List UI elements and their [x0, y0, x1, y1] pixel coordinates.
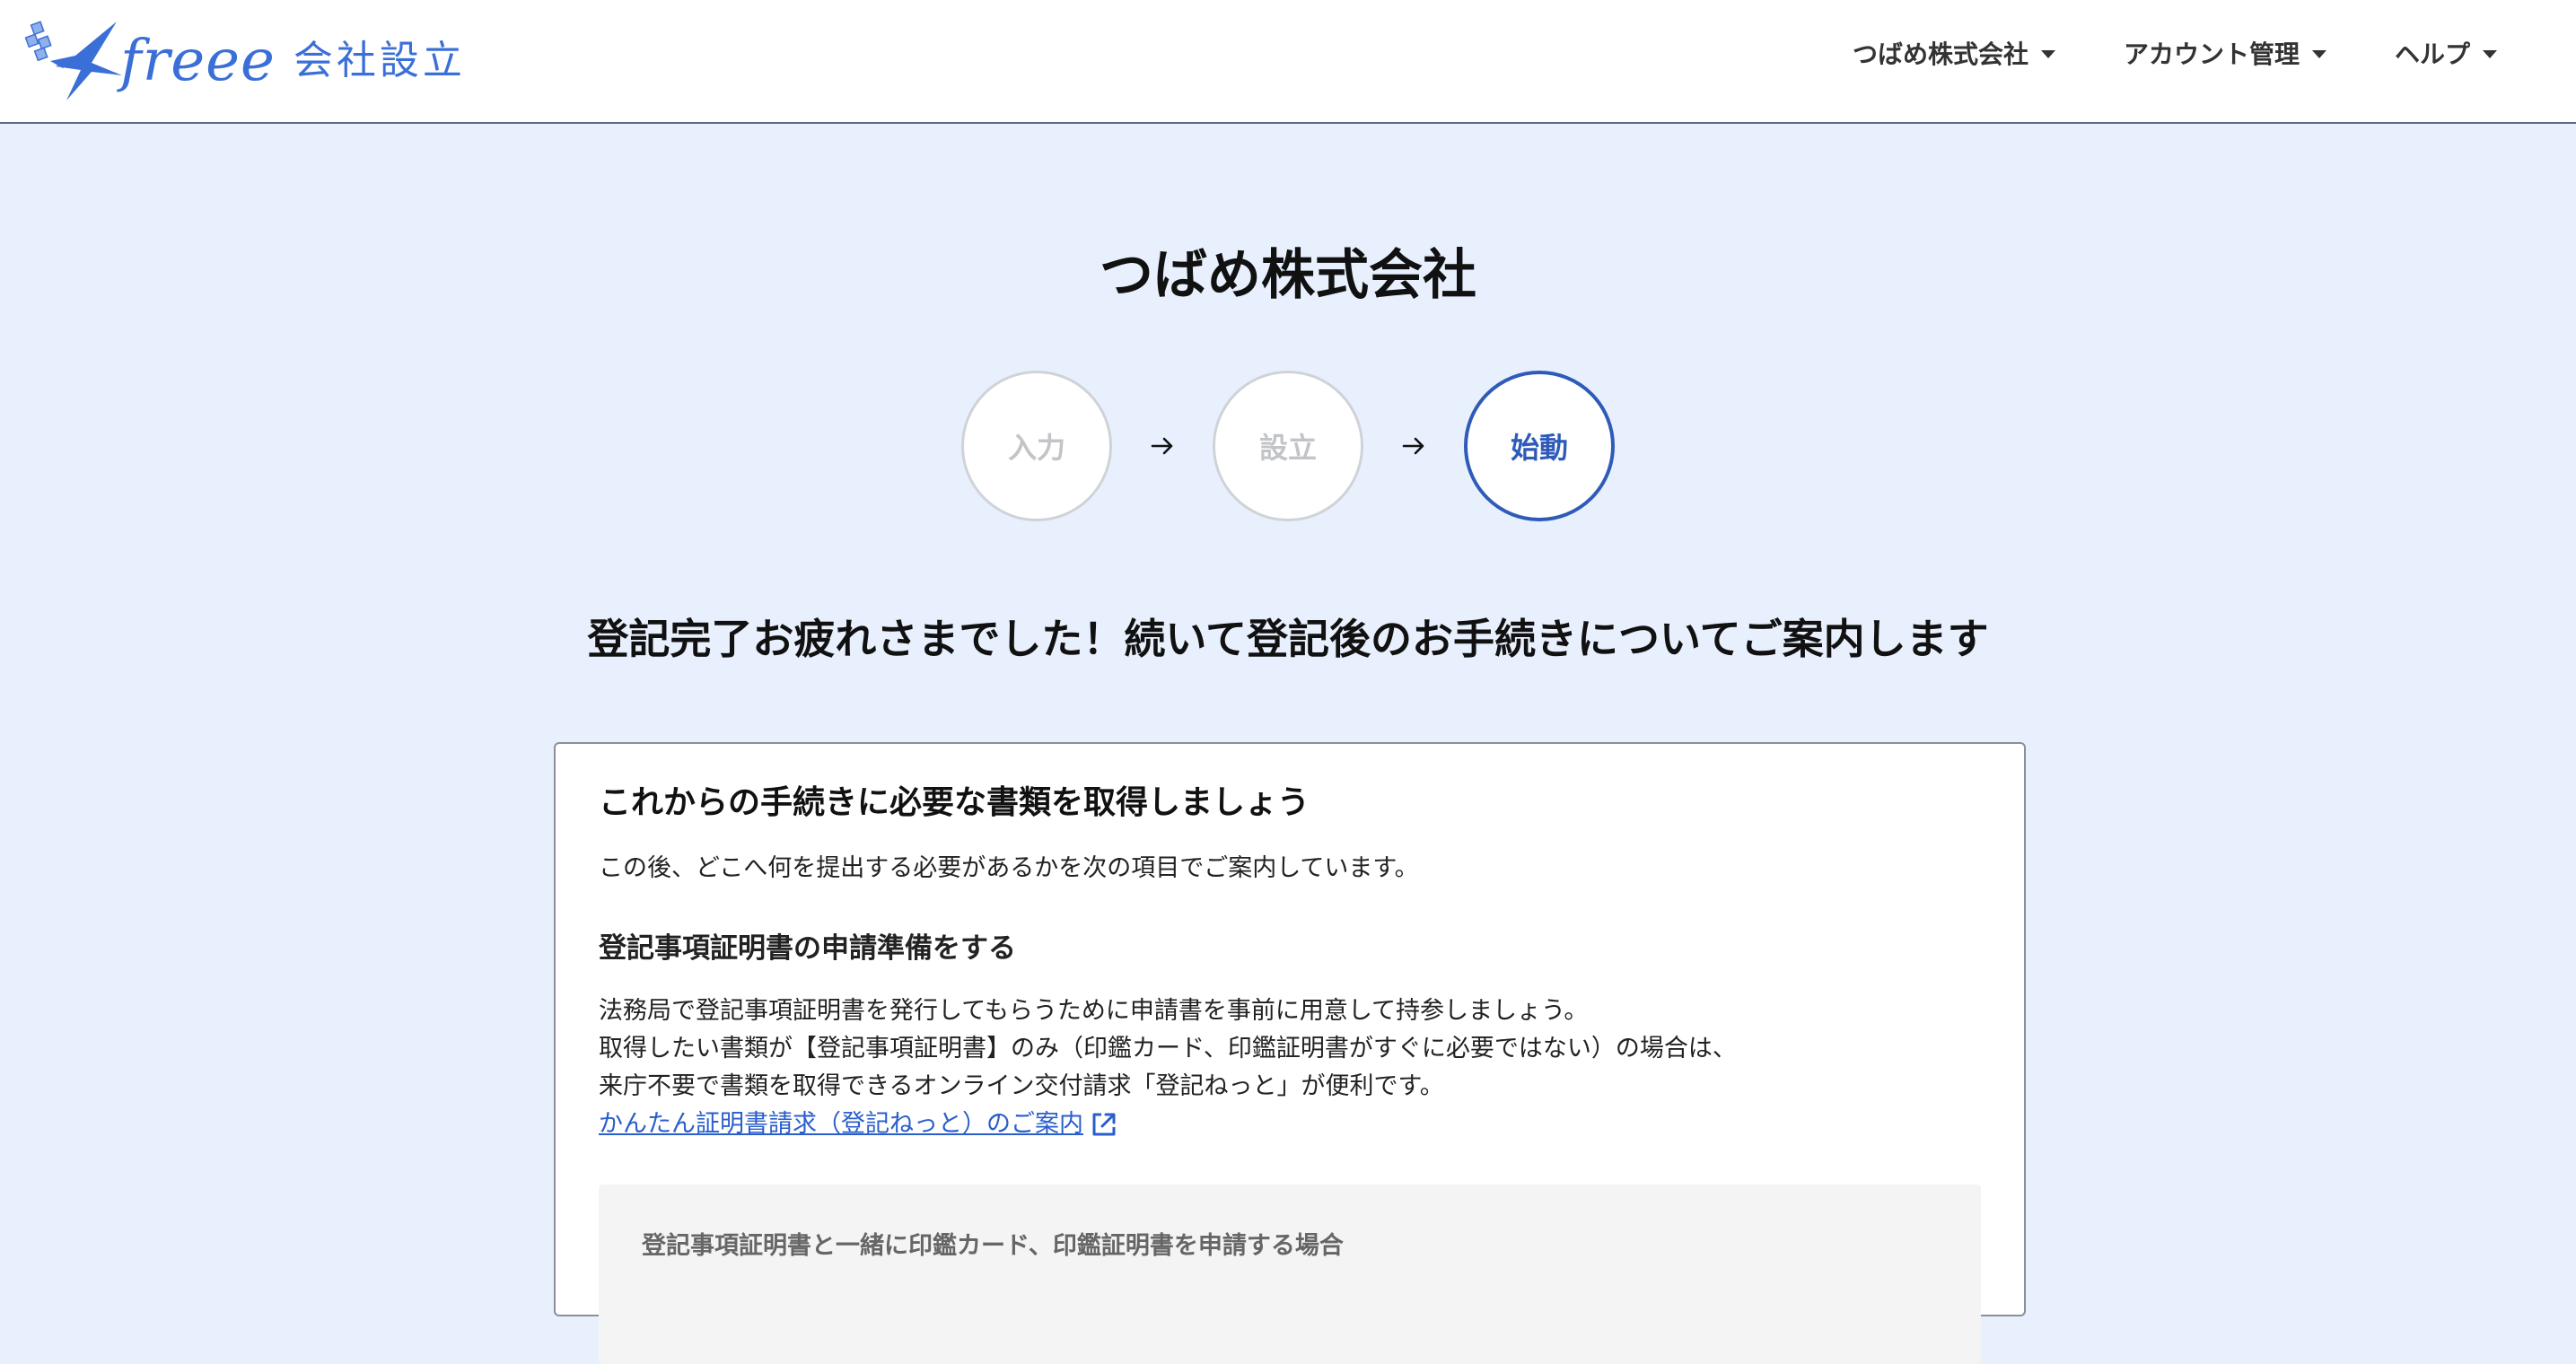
- external-link-icon: [1092, 1113, 1116, 1136]
- header-nav: つばめ株式会社 アカウント管理 ヘルプ: [1853, 0, 2497, 106]
- completion-headline: 登記完了お疲れさまでした！続いて登記後のお手続きについてご案内します: [587, 615, 1989, 663]
- caret-down-icon: [2483, 49, 2497, 58]
- seal-card-accordion[interactable]: 登記事項証明書と一緒に印鑑カード、印鑑証明書を申請する場合: [599, 1184, 1981, 1364]
- logo-product-name: 会社設立: [293, 38, 466, 83]
- paragraph-line: 取得したい書類が【登記事項証明書】のみ（印鑑カード、印鑑証明書がすぐに必要ではな…: [599, 1034, 1737, 1062]
- help-menu-label: ヘルプ: [2394, 39, 2470, 69]
- step-launch-label: 始動: [1510, 431, 1568, 465]
- company-menu-label: つばめ株式会社: [1852, 39, 2028, 69]
- help-menu[interactable]: ヘルプ: [2395, 35, 2497, 71]
- step-input: 入力: [961, 371, 1112, 521]
- link-label: かんたん証明書請求（登記ねっと）のご案内: [599, 1109, 1083, 1138]
- paragraph-line: 法務局で登記事項証明書を発行してもらうために申請書を事前に用意して持参しましょう…: [599, 996, 1589, 1025]
- section-title: 登記事項証明書の申請準備をする: [599, 932, 1016, 966]
- arrow-right-icon: [1363, 371, 1464, 521]
- swallow-logo-icon: [24, 21, 122, 101]
- paragraph-line: 来庁不要で書類を取得できるオンライン交付請求「登記ねっと」が便利です。: [599, 1071, 1444, 1100]
- account-menu-label: アカウント管理: [2123, 39, 2300, 69]
- step-establish: 設立: [1213, 371, 1363, 521]
- card-title: これからの手続きに必要な書類を取得しましょう: [599, 784, 1310, 821]
- step-launch: 始動: [1464, 371, 1615, 521]
- caret-down-icon: [2040, 49, 2055, 58]
- step-establish-label: 設立: [1258, 431, 1317, 465]
- app-logo[interactable]: freee 会社設立: [23, 16, 466, 106]
- account-menu[interactable]: アカウント管理: [2124, 35, 2326, 71]
- caret-down-icon: [2311, 49, 2326, 58]
- top-header: freee 会社設立 つばめ株式会社 アカウント管理 ヘルプ: [0, 0, 2576, 124]
- accordion-title: 登記事項証明書と一緒に印鑑カード、印鑑証明書を申請する場合: [642, 1231, 1344, 1260]
- logo-wordmark: freee: [120, 28, 276, 94]
- card-description: この後、どこへ何を提出する必要があるかを次の項目でご案内しています。: [599, 854, 1419, 883]
- company-menu[interactable]: つばめ株式会社: [1853, 35, 2055, 71]
- arrow-right-icon: [1112, 371, 1213, 521]
- documents-card: これからの手続きに必要な書類を取得しましょう この後、どこへ何を提出する必要があ…: [554, 742, 2026, 1364]
- company-name-title: つばめ株式会社: [1100, 244, 1476, 307]
- progress-steps: 入力 設立 始動: [0, 371, 2576, 521]
- section-paragraph: 法務局で登記事項証明書を発行してもらうために申請書を事前に用意して持参しましょう…: [599, 992, 1981, 1143]
- step-input-label: 入力: [1007, 431, 1065, 465]
- touki-net-guide-link[interactable]: かんたん証明書請求（登記ねっと）のご案内: [599, 1106, 1119, 1143]
